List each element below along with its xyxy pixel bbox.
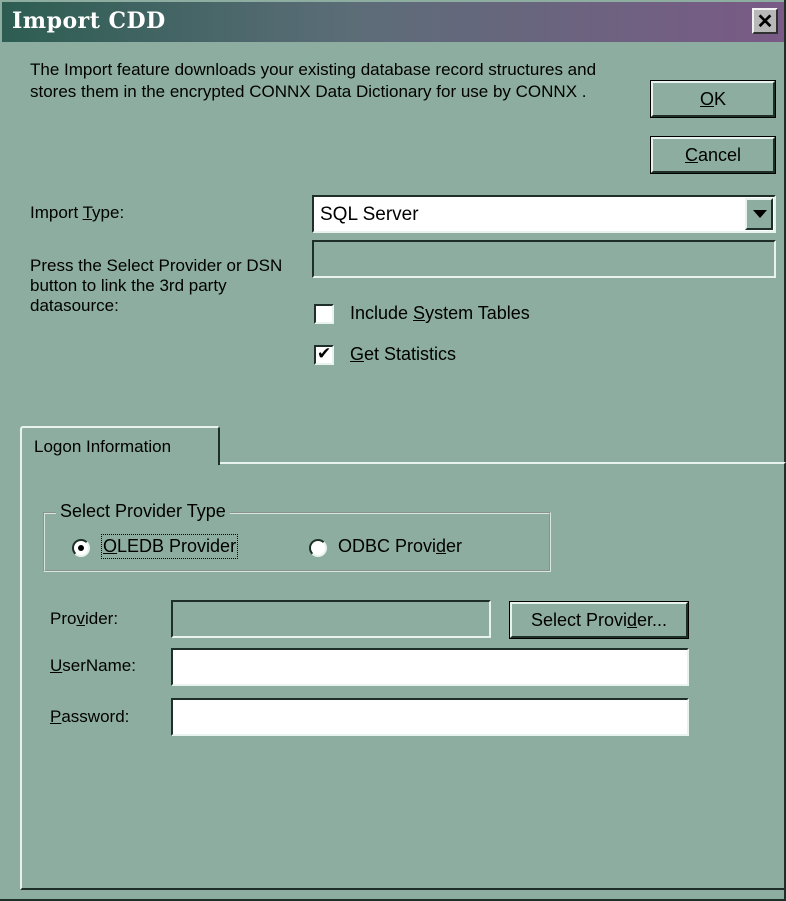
datasource-display-field [312, 240, 776, 278]
oledb-provider-label: OLEDB Provider [100, 534, 239, 559]
include-system-tables-checkbox[interactable] [314, 304, 334, 324]
window-title: Import CDD [12, 8, 166, 34]
provider-label: Provider: [50, 609, 119, 628]
username-input[interactable] [171, 648, 689, 686]
cancel-button[interactable]: Cancel [650, 136, 776, 174]
oledb-provider-radio[interactable] [72, 539, 90, 557]
description-text: The Import feature downloads your existi… [30, 60, 597, 101]
cancel-accelerator: C [684, 144, 698, 165]
password-label: Password: [50, 707, 130, 726]
provider-field [171, 600, 491, 638]
import-type-label: Import Type: [30, 203, 125, 222]
title-bar[interactable]: Import CDD ✕ [2, 2, 784, 42]
chevron-down-icon[interactable] [745, 198, 773, 230]
odbc-provider-label: ODBC Provider [338, 536, 463, 556]
select-provider-accelerator: d [627, 609, 638, 630]
select-provider-button[interactable]: Select Provi d er... [509, 601, 689, 639]
close-icon: ✕ [756, 10, 774, 33]
username-label: UserName: [50, 656, 136, 675]
provider-hint-text: Press the Select Provider or DSN button … [30, 256, 283, 315]
tab-logon-information[interactable]: Logon Information [20, 426, 220, 465]
select-provider-label-a: Select Provi [530, 609, 627, 630]
get-statistics-checkbox[interactable] [314, 344, 334, 365]
ok-label: K [714, 88, 727, 109]
odbc-provider-radio[interactable] [309, 539, 327, 557]
import-type-select[interactable]: SQL Server [312, 195, 776, 233]
select-provider-label-b: er... [637, 609, 668, 630]
password-input[interactable] [171, 698, 689, 736]
provider-type-group-title: Select Provider Type [56, 501, 230, 522]
ok-accelerator: O [699, 88, 714, 109]
import-type-value: SQL Server [320, 204, 419, 225]
include-system-tables-label: Include System Tables [350, 303, 530, 323]
close-button[interactable]: ✕ [752, 8, 778, 34]
import-cdd-dialog: Import CDD ✕ The Import feature download… [0, 0, 786, 901]
cancel-label: ancel [697, 144, 742, 165]
ok-button[interactable]: OK [650, 80, 776, 118]
tab-logon-information-label: Logon Information [34, 437, 172, 456]
get-statistics-label: Get Statistics [350, 344, 457, 364]
